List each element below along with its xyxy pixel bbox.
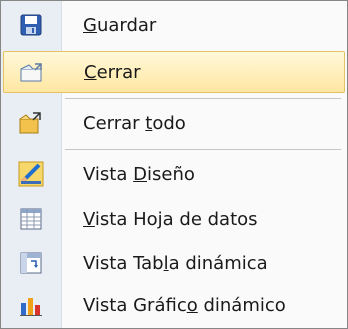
menu-item-vista-grafico-dinamico[interactable]: Vista Gráfico dinámico	[3, 284, 345, 326]
menu-item-label: Guardar	[83, 14, 157, 36]
menu-separator	[65, 98, 341, 99]
menu-item-vista-hoja-datos[interactable]: Vista Hoja de datos	[3, 198, 345, 240]
pivot-table-view-icon	[3, 242, 59, 284]
datasheet-view-icon	[3, 198, 59, 240]
menu-item-label: Vista Diseño	[83, 163, 195, 185]
pivot-chart-view-icon	[3, 284, 59, 326]
context-menu: Guardar Cerrar Cerrar todo Vista Diseño …	[0, 0, 348, 329]
menu-item-label: Vista Tabla dinámica	[83, 252, 268, 274]
menu-item-label: Vista Gráfico dinámico	[83, 294, 286, 316]
close-all-folder-icon	[3, 102, 59, 144]
menu-item-vista-diseno[interactable]: Vista Diseño	[3, 153, 345, 195]
menu-item-vista-tabla-dinamica[interactable]: Vista Tabla dinámica	[3, 242, 345, 284]
menu-item-guardar[interactable]: Guardar	[3, 4, 345, 46]
close-folder-icon	[4, 51, 60, 93]
menu-item-label: Cerrar todo	[83, 112, 186, 134]
save-icon	[3, 4, 59, 46]
design-view-icon	[3, 153, 59, 195]
menu-item-cerrar[interactable]: Cerrar	[3, 51, 345, 93]
menu-separator	[65, 149, 341, 150]
menu-item-label: Vista Hoja de datos	[83, 208, 258, 230]
menu-item-cerrar-todo[interactable]: Cerrar todo	[3, 102, 345, 144]
menu-item-label: Cerrar	[84, 61, 141, 83]
